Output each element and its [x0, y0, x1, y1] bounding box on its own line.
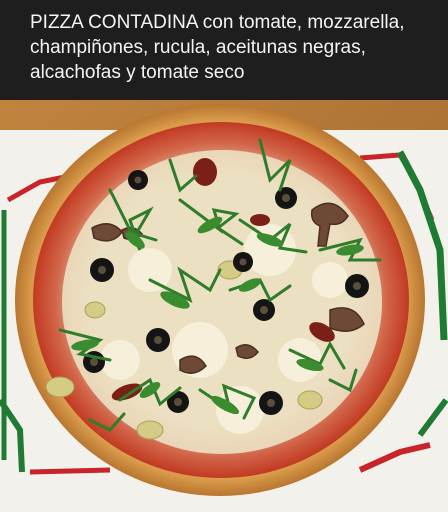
- screenshot: PIZZA CONTADINA con tomate, mozzarella, …: [0, 0, 448, 512]
- caption-text: PIZZA CONTADINA con tomate, mozzarella, …: [30, 12, 405, 83]
- pizza-photo: [0, 100, 448, 512]
- caption-bar: PIZZA CONTADINA con tomate, mozzarella, …: [0, 0, 448, 100]
